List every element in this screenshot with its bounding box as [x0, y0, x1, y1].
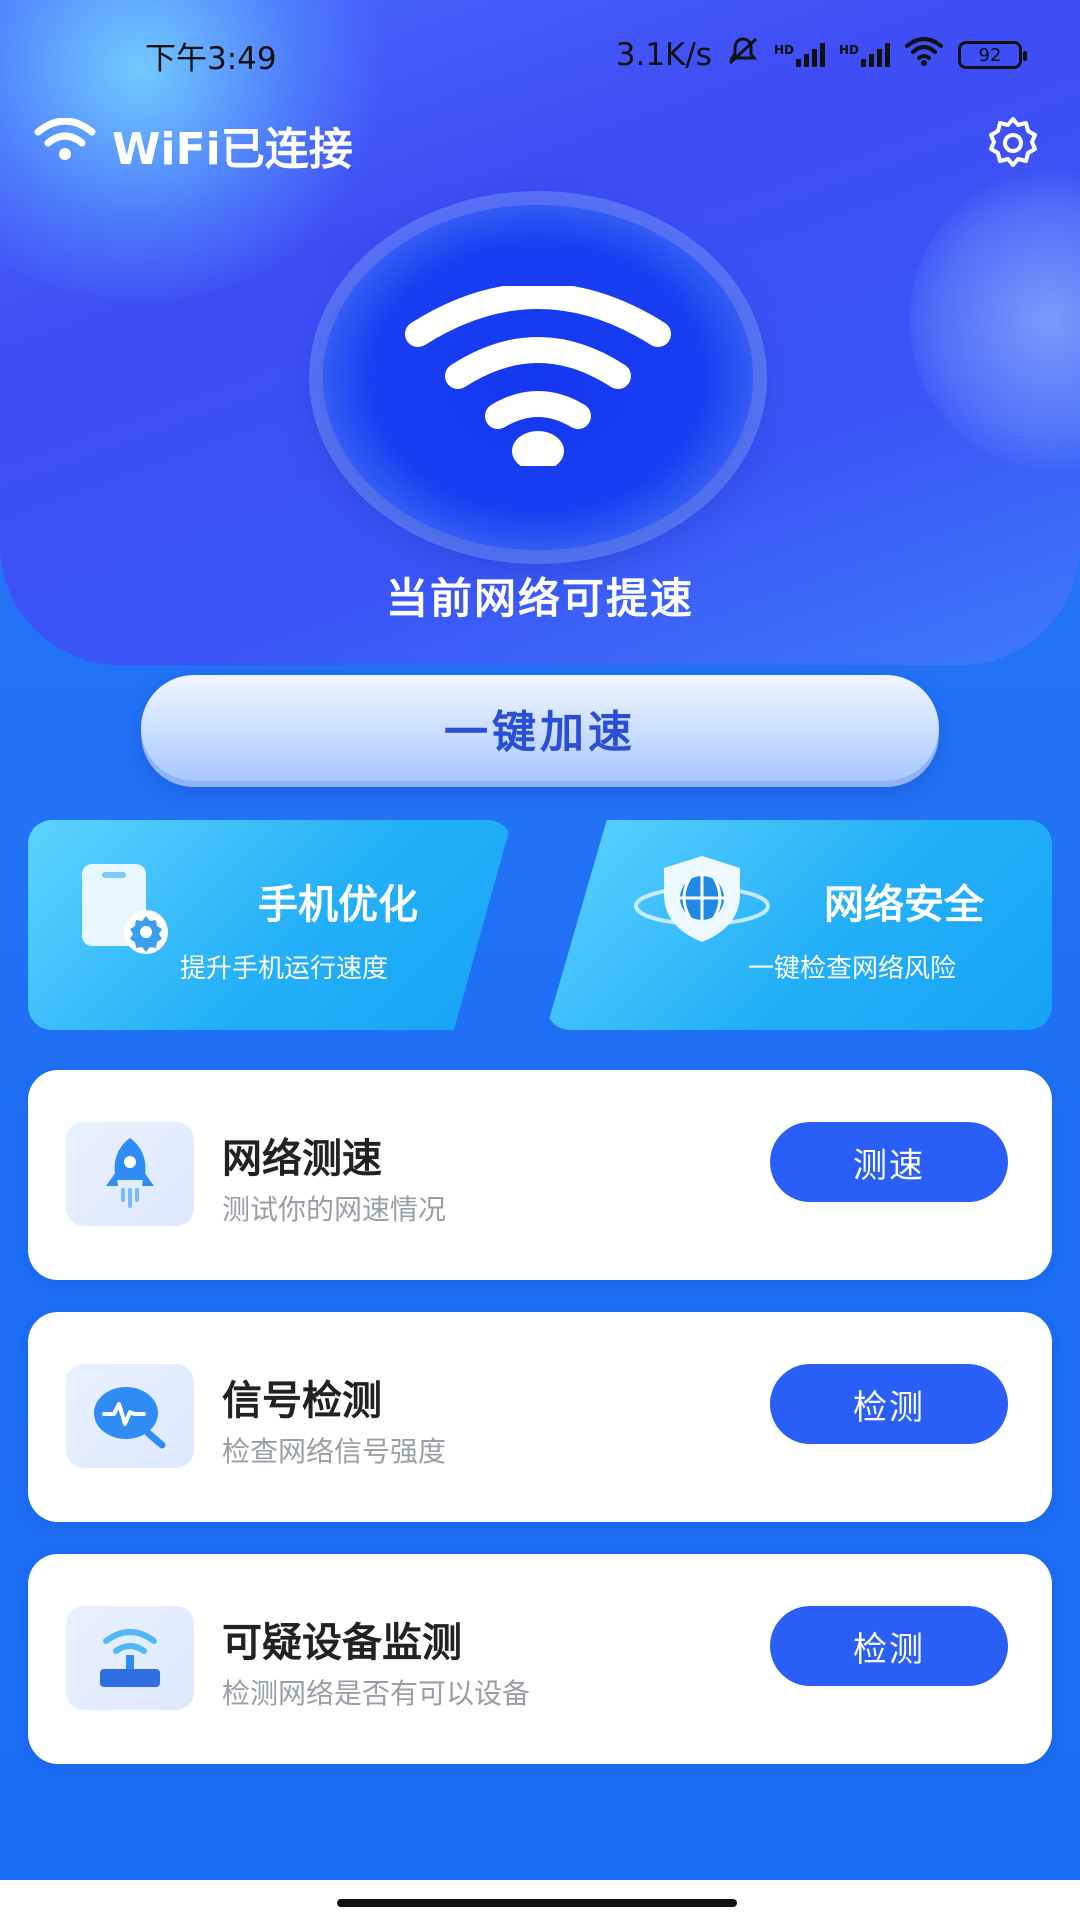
status-time: 下午3:49 — [145, 40, 277, 77]
wifi-status-icon — [904, 36, 944, 74]
feature-title: 手机优化 — [258, 882, 418, 928]
battery-icon: 92 — [958, 41, 1027, 69]
home-indicator[interactable] — [337, 1899, 737, 1907]
wifi-large-icon — [398, 282, 678, 471]
boost-button[interactable]: 一键加速 — [141, 675, 939, 781]
status-icons: 3.1K/s HD HD 92 — [615, 36, 1027, 74]
phone-gear-icon — [76, 860, 176, 964]
signal-bars-2 — [861, 43, 890, 67]
rocket-icon — [66, 1122, 194, 1226]
page-title: WiFi已连接 — [112, 124, 353, 175]
wifi-icon — [34, 117, 96, 173]
tool-title: 信号检测 — [222, 1378, 382, 1424]
status-bar: 下午3:49 3.1K/s HD HD 92 — [0, 0, 1080, 110]
tool-subtitle: 测试你的网速情况 — [222, 1193, 447, 1226]
feature-subtitle: 一键检查网络风险 — [748, 954, 957, 984]
tool-card-signal-check: 信号检测 检查网络信号强度 检测 — [28, 1312, 1052, 1522]
router-icon — [66, 1606, 194, 1710]
speed-test-button[interactable]: 测速 — [770, 1122, 1008, 1202]
hero-glow-right — [910, 170, 1080, 470]
feature-title: 网络安全 — [824, 882, 984, 928]
connection-status: WiFi已连接 — [34, 113, 353, 177]
tool-card-device-monitor: 可疑设备监测 检测网络是否有可以设备 检测 — [28, 1554, 1052, 1764]
hd-label-2: HD — [838, 43, 859, 57]
status-net-speed: 3.1K/s — [615, 37, 712, 73]
globe-shield-icon — [632, 848, 772, 962]
signal-bars-1 — [795, 43, 825, 67]
app-bar: WiFi已连接 — [34, 112, 1046, 178]
mute-icon — [726, 36, 760, 74]
wifi-orb — [323, 205, 753, 550]
signal-check-button[interactable]: 检测 — [770, 1364, 1008, 1444]
hd-label: HD — [773, 43, 794, 57]
gear-icon — [983, 113, 1043, 177]
tool-subtitle: 检测网络是否有可以设备 — [222, 1677, 531, 1710]
battery-level: 92 — [978, 44, 1002, 66]
settings-button[interactable] — [980, 112, 1046, 178]
network-security-card[interactable]: 网络安全 一键检查网络风险 — [546, 820, 1052, 1030]
phone-optimize-card[interactable]: 手机优化 提升手机运行速度 — [28, 820, 512, 1030]
signal-search-icon — [66, 1364, 194, 1468]
tool-title: 可疑设备监测 — [222, 1620, 462, 1666]
tool-subtitle: 检查网络信号强度 — [222, 1435, 447, 1468]
feature-subtitle: 提升手机运行速度 — [180, 954, 389, 984]
tool-card-speed-test: 网络测速 测试你的网速情况 测速 — [28, 1070, 1052, 1280]
cell-signal-icon: HD — [774, 43, 825, 67]
hero-caption: 当前网络可提速 — [385, 574, 694, 623]
cell-signal-icon-2: HD — [839, 43, 890, 67]
device-monitor-button[interactable]: 检测 — [770, 1606, 1008, 1686]
tool-title: 网络测速 — [222, 1136, 382, 1182]
